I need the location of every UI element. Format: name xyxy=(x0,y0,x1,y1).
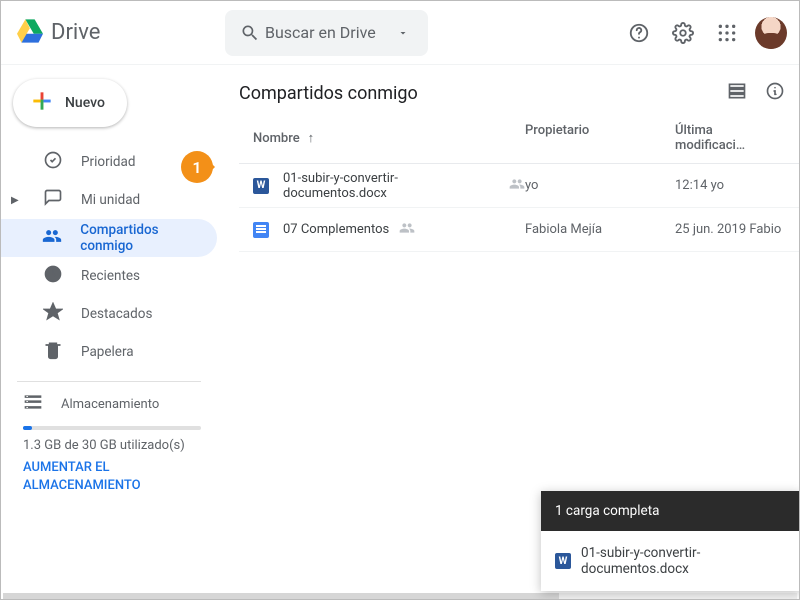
plus-icon xyxy=(29,88,55,118)
file-modified: 12:14 yo xyxy=(675,178,785,193)
sidebar-item-label: Mi unidad xyxy=(81,192,140,208)
shared-indicator-icon xyxy=(509,176,525,196)
scrollbar-thumb[interactable] xyxy=(3,593,559,599)
annotation-number: 1 xyxy=(192,158,201,177)
sidebar-item-starred[interactable]: Destacados xyxy=(1,295,217,333)
column-owner[interactable]: Propietario xyxy=(525,123,675,153)
header: Drive Buscar en Drive xyxy=(1,1,799,65)
recent-icon xyxy=(43,264,63,288)
star-icon xyxy=(43,302,63,326)
apps-grid-icon[interactable] xyxy=(707,13,747,53)
sidebar-item-label: Prioridad xyxy=(81,154,136,170)
account-avatar[interactable] xyxy=(751,13,791,53)
horizontal-scrollbar[interactable] xyxy=(3,593,797,599)
shared-indicator-icon xyxy=(399,220,415,240)
sidebar-item-label: Recientes xyxy=(81,268,140,284)
word-doc-icon: W xyxy=(555,553,571,569)
drive-logo-icon xyxy=(17,18,43,48)
upload-toast[interactable]: 1 carga completa W 01-subir-y-convertir-… xyxy=(541,491,800,591)
file-row[interactable]: W 01-subir-y-convertir-documentos.docx y… xyxy=(239,164,799,208)
upload-file-name: 01-subir-y-convertir-documentos.docx xyxy=(581,545,787,577)
details-pane-icon[interactable] xyxy=(765,81,785,105)
app-title: Drive xyxy=(51,20,100,45)
sidebar-item-recent[interactable]: Recientes xyxy=(1,257,217,295)
search-options-icon[interactable] xyxy=(388,27,418,39)
sidebar-item-shared[interactable]: Compartidos conmigo xyxy=(1,219,217,257)
settings-icon[interactable] xyxy=(663,13,703,53)
mydrive-icon xyxy=(43,188,63,212)
google-doc-icon xyxy=(253,222,273,238)
storage-title: Almacenamiento xyxy=(61,397,159,412)
search-icon xyxy=(235,23,265,43)
column-modified[interactable]: Última modificaci… xyxy=(675,123,785,153)
app-frame: Drive Buscar en Drive xyxy=(0,0,800,600)
file-row[interactable]: 07 Complementos Fabiola Mejía 25 jun. 20… xyxy=(239,208,799,252)
annotation-callout: 1 xyxy=(181,151,213,183)
upload-toast-title: 1 carga completa xyxy=(541,491,800,531)
trash-icon xyxy=(43,340,63,364)
expand-caret-icon[interactable]: ▶ xyxy=(11,195,21,206)
upload-toast-row[interactable]: W 01-subir-y-convertir-documentos.docx xyxy=(541,531,800,591)
header-actions xyxy=(619,13,791,53)
sidebar-item-trash[interactable]: Papelera xyxy=(1,333,217,371)
new-button[interactable]: Nuevo xyxy=(13,79,127,127)
file-name: 07 Complementos xyxy=(283,222,389,237)
word-doc-icon: W xyxy=(253,178,273,194)
search-placeholder: Buscar en Drive xyxy=(265,23,388,42)
column-headers: Nombre ↑ Propietario Última modificaci… xyxy=(239,105,799,164)
new-button-label: Nuevo xyxy=(65,95,105,111)
sidebar-item-mydrive[interactable]: ▶ Mi unidad xyxy=(1,181,217,219)
search-bar[interactable]: Buscar en Drive xyxy=(225,10,428,56)
sidebar-item-label: Papelera xyxy=(81,344,134,360)
file-modified: 25 jun. 2019 Fabio xyxy=(675,222,785,237)
sort-arrow-icon: ↑ xyxy=(308,130,315,146)
sidebar-item-label: Destacados xyxy=(81,306,152,322)
file-owner: yo xyxy=(525,178,675,193)
shared-with-me-icon xyxy=(42,226,62,250)
list-view-icon[interactable] xyxy=(727,81,747,105)
storage-used-bar xyxy=(23,426,32,430)
file-name: 01-subir-y-convertir-documentos.docx xyxy=(283,171,499,201)
sidebar: Nuevo Prioridad ▶ Mi unidad Compartidos … xyxy=(1,65,225,599)
storage-usage-text: 1.3 GB de 30 GB utilizado(s) xyxy=(23,438,201,453)
page-title: Compartidos conmigo xyxy=(239,83,727,104)
logo-area[interactable]: Drive xyxy=(17,18,225,48)
storage-icon xyxy=(23,392,43,416)
column-name[interactable]: Nombre ↑ xyxy=(253,123,525,153)
storage-block: Almacenamiento 1.3 GB de 30 GB utilizado… xyxy=(1,382,217,495)
priority-icon xyxy=(43,150,63,174)
avatar-image xyxy=(755,17,787,49)
help-icon[interactable] xyxy=(619,13,659,53)
storage-bar xyxy=(23,426,201,430)
file-owner: Fabiola Mejía xyxy=(525,222,675,237)
storage-upsell-link[interactable]: AUMENTAR EL ALMACENAMIENTO xyxy=(23,459,201,495)
sidebar-item-label: Compartidos conmigo xyxy=(80,222,205,254)
